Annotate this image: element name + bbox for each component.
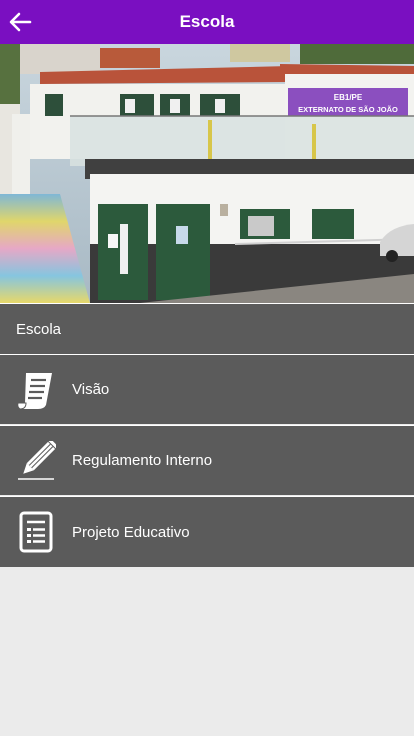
sign-line-1: EB1/PE bbox=[334, 93, 363, 102]
school-photo: EB1/PE EXTERNATO DE SÃO JOÃO bbox=[0, 44, 414, 303]
menu-item-label: Projeto Educativo bbox=[72, 523, 190, 541]
menu-item-label: Regulamento Interno bbox=[72, 452, 213, 469]
page-title: Escola bbox=[179, 12, 235, 31]
back-button[interactable] bbox=[6, 8, 34, 36]
menu-item-visao[interactable]: Visão bbox=[0, 354, 414, 424]
menu-item-regulamento-interno[interactable]: Regulamento Interno bbox=[0, 425, 414, 495]
section-header: Escola bbox=[0, 303, 414, 354]
pencil-icon bbox=[16, 439, 56, 483]
sign-line-2: EXTERNATO DE SÃO JOÃO bbox=[298, 105, 398, 114]
menu-item-label: Visão bbox=[72, 381, 110, 398]
arrow-left-icon bbox=[9, 12, 32, 32]
app-bar: Escola bbox=[0, 0, 414, 44]
menu-item-projeto-educativo[interactable]: Projeto Educativo bbox=[0, 496, 414, 567]
document-list-icon bbox=[16, 510, 56, 554]
document-scroll-icon bbox=[16, 368, 56, 412]
